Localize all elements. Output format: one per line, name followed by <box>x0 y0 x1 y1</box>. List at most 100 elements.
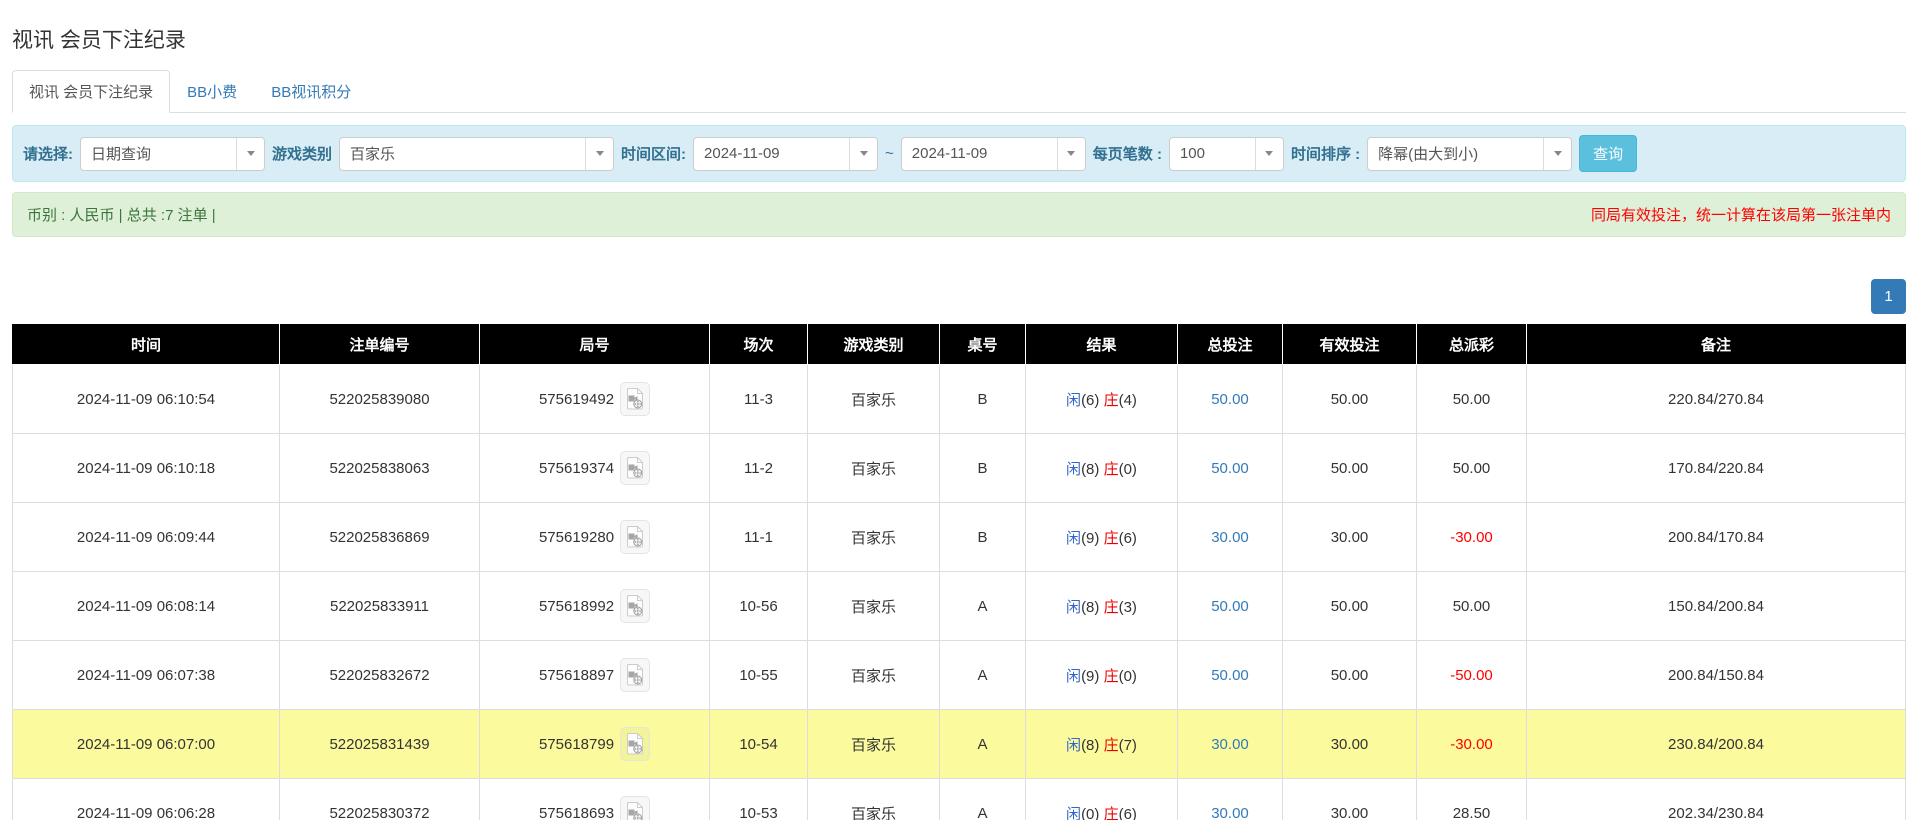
player-score: (8) <box>1081 737 1099 754</box>
round-id-value: 575619374 <box>539 460 614 477</box>
cell-table-no: A <box>940 710 1026 779</box>
page-size-select[interactable]: 100 <box>1169 137 1284 171</box>
payout-value: -30.00 <box>1450 736 1493 753</box>
cell-session: 11-2 <box>710 434 808 503</box>
chevron-down-icon[interactable] <box>585 138 613 170</box>
chevron-down-icon[interactable] <box>1543 138 1571 170</box>
query-type-label: 请选择: <box>23 143 73 164</box>
video-replay-button[interactable] <box>620 658 650 692</box>
sort-order-select[interactable]: 降幂(由大到小) <box>1367 137 1572 171</box>
query-type-select[interactable]: 日期查询 <box>80 137 265 171</box>
cell-bet-id: 522025836869 <box>280 503 480 572</box>
cell-total-bet: 30.00 <box>1178 779 1283 820</box>
round-id-value: 575618897 <box>539 667 614 684</box>
video-file-icon <box>625 456 645 480</box>
table-row: 2024-11-09 06:08:14 522025833911 5756189… <box>13 572 1906 641</box>
betting-records-table: 时间 注单编号 局号 场次 游戏类别 桌号 结果 总投注 有效投注 总派彩 备注… <box>12 324 1906 820</box>
tab-bb-tips[interactable]: BB小费 <box>170 70 254 113</box>
video-replay-button[interactable] <box>620 796 650 820</box>
total-bet-link[interactable]: 50.00 <box>1211 598 1249 615</box>
total-bet-link[interactable]: 30.00 <box>1211 805 1249 820</box>
total-bet-link[interactable]: 50.00 <box>1211 667 1249 684</box>
video-file-icon <box>625 594 645 618</box>
cell-result: 闲(8) 庄(3) <box>1026 572 1178 641</box>
cell-result: 闲(8) 庄(0) <box>1026 434 1178 503</box>
player-score: (0) <box>1081 806 1099 820</box>
pagination-page-1[interactable]: 1 <box>1871 279 1906 314</box>
banker-score: (0) <box>1119 461 1137 478</box>
video-replay-button[interactable] <box>620 520 650 554</box>
game-type-label: 游戏类别 <box>272 143 332 164</box>
chevron-down-icon[interactable] <box>1057 138 1085 170</box>
video-file-icon <box>625 387 645 411</box>
player-label: 闲 <box>1066 806 1081 820</box>
chevron-down-icon[interactable] <box>1255 138 1283 170</box>
banker-score: (4) <box>1119 392 1137 409</box>
header-session: 场次 <box>710 325 808 365</box>
total-bet-link[interactable]: 50.00 <box>1211 391 1249 408</box>
date-to-select[interactable]: 2024-11-09 <box>901 137 1086 171</box>
payout-value: -30.00 <box>1450 529 1493 546</box>
cell-table-no: B <box>940 434 1026 503</box>
cell-remark: 202.34/230.84 <box>1527 779 1906 820</box>
round-id-value: 575619280 <box>539 529 614 546</box>
cell-bet-id: 522025830372 <box>280 779 480 820</box>
chevron-down-icon[interactable] <box>236 138 264 170</box>
cell-remark: 200.84/150.84 <box>1527 641 1906 710</box>
cell-round-id: 575618992 <box>480 572 710 641</box>
search-button[interactable]: 查询 <box>1579 135 1637 172</box>
total-bet-link[interactable]: 50.00 <box>1211 460 1249 477</box>
header-table-no: 桌号 <box>940 325 1026 365</box>
cell-valid-bet: 50.00 <box>1283 641 1417 710</box>
cell-session: 11-3 <box>710 365 808 434</box>
video-file-icon <box>625 663 645 687</box>
video-replay-button[interactable] <box>620 382 650 416</box>
header-valid-bet: 有效投注 <box>1283 325 1417 365</box>
pagination: 1 <box>12 279 1906 314</box>
table-header-row: 时间 注单编号 局号 场次 游戏类别 桌号 结果 总投注 有效投注 总派彩 备注 <box>13 325 1906 365</box>
table-row: 2024-11-09 06:06:28 522025830372 5756186… <box>13 779 1906 820</box>
cell-payout: 50.00 <box>1417 572 1527 641</box>
cell-session: 10-55 <box>710 641 808 710</box>
cell-payout: -50.00 <box>1417 641 1527 710</box>
cell-time: 2024-11-09 06:10:18 <box>13 434 280 503</box>
payout-value: 50.00 <box>1453 460 1491 477</box>
sort-order-value: 降幂(由大到小) <box>1368 138 1543 170</box>
cell-remark: 150.84/200.84 <box>1527 572 1906 641</box>
video-file-icon <box>625 801 645 820</box>
table-row: 2024-11-09 06:09:44 522025836869 5756192… <box>13 503 1906 572</box>
cell-game-type: 百家乐 <box>808 710 940 779</box>
round-id-value: 575618992 <box>539 598 614 615</box>
player-label: 闲 <box>1066 668 1081 685</box>
cell-result: 闲(0) 庄(6) <box>1026 779 1178 820</box>
cell-payout: -30.00 <box>1417 710 1527 779</box>
game-type-value: 百家乐 <box>340 138 585 170</box>
cell-session: 10-54 <box>710 710 808 779</box>
player-score: (9) <box>1081 530 1099 547</box>
tab-betting-records[interactable]: 视讯 会员下注纪录 <box>12 70 170 113</box>
video-replay-button[interactable] <box>620 727 650 761</box>
cell-game-type: 百家乐 <box>808 365 940 434</box>
chevron-down-icon[interactable] <box>849 138 877 170</box>
player-score: (9) <box>1081 668 1099 685</box>
video-replay-button[interactable] <box>620 451 650 485</box>
date-from-select[interactable]: 2024-11-09 <box>693 137 878 171</box>
game-type-select[interactable]: 百家乐 <box>339 137 614 171</box>
banker-label: 庄 <box>1104 668 1119 685</box>
cell-time: 2024-11-09 06:07:38 <box>13 641 280 710</box>
cell-bet-id: 522025839080 <box>280 365 480 434</box>
filter-bar: 请选择: 日期查询 游戏类别 百家乐 时间区间: 2024-11-09 ~ 20… <box>12 125 1906 182</box>
cell-payout: -30.00 <box>1417 503 1527 572</box>
cell-round-id: 575619280 <box>480 503 710 572</box>
cell-game-type: 百家乐 <box>808 503 940 572</box>
cell-session: 11-1 <box>710 503 808 572</box>
video-replay-button[interactable] <box>620 589 650 623</box>
total-bet-link[interactable]: 30.00 <box>1211 529 1249 546</box>
cell-game-type: 百家乐 <box>808 779 940 820</box>
cell-valid-bet: 50.00 <box>1283 365 1417 434</box>
payout-value: -50.00 <box>1450 667 1493 684</box>
cell-total-bet: 30.00 <box>1178 503 1283 572</box>
total-bet-link[interactable]: 30.00 <box>1211 736 1249 753</box>
tab-bb-points[interactable]: BB视讯积分 <box>254 70 368 113</box>
table-row: 2024-11-09 06:07:38 522025832672 5756188… <box>13 641 1906 710</box>
